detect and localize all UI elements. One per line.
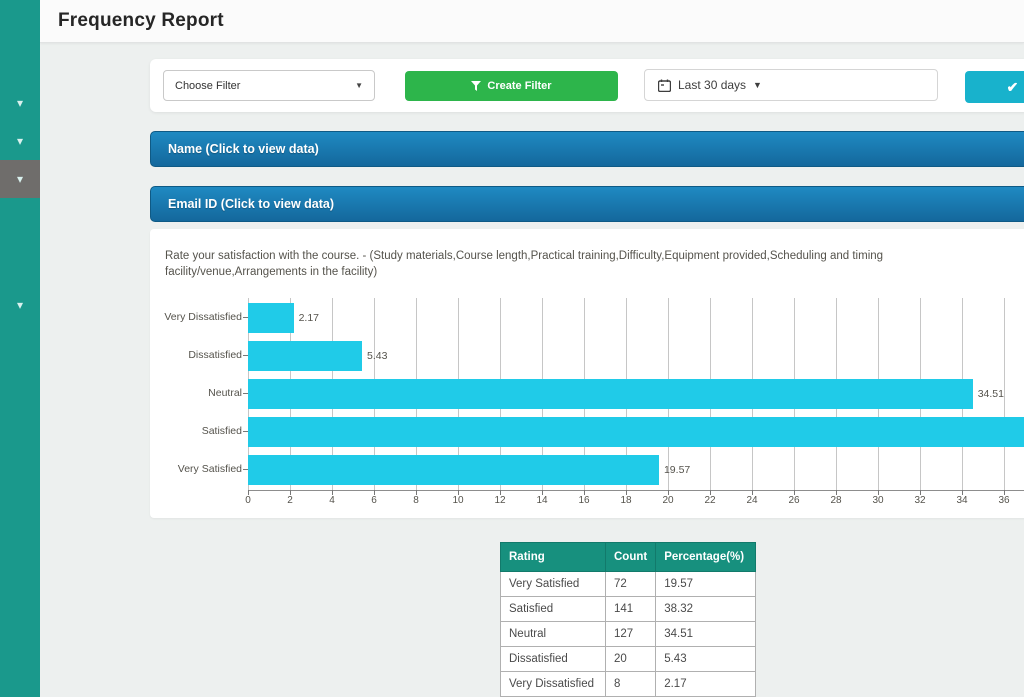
bar-neutral xyxy=(248,379,973,409)
bar-value-label: 2.17 xyxy=(299,312,319,324)
table-cell: Dissatisfied xyxy=(501,647,606,672)
chevron-down-icon: ▾ xyxy=(17,135,23,147)
sidebar-nav: ▾ ▾ ▾ ▾ xyxy=(0,0,40,697)
table-cell: Neutral xyxy=(501,622,606,647)
section-name-header[interactable]: Name (Click to view data) xyxy=(150,131,1024,167)
x-tick-label-18: 18 xyxy=(613,495,639,506)
chart-x-axis-line xyxy=(248,490,1024,491)
category-label: Very Dissatisfied xyxy=(152,311,242,323)
x-tick-label-20: 20 xyxy=(655,495,681,506)
table-header-percentage-: Percentage(%) xyxy=(656,543,756,572)
frequency-report-page: Frequency Report ▾ ▾ ▾ ▾ Choose Filter ▼ Cr… xyxy=(0,0,1024,697)
x-tick-label-10: 10 xyxy=(445,495,471,506)
x-tick-label-8: 8 xyxy=(403,495,429,506)
y-tick xyxy=(243,431,248,432)
x-tick-label-0: 0 xyxy=(235,495,261,506)
page-title: Frequency Report xyxy=(40,0,1024,32)
y-tick xyxy=(243,393,248,394)
section-name-label: Name (Click to view data) xyxy=(168,142,319,156)
bar-dissatisfied xyxy=(248,341,362,371)
table-cell: 38.32 xyxy=(656,597,756,622)
date-range-picker[interactable]: Last 30 days ▼ xyxy=(644,69,938,101)
bar-chart-plot: 2.17 5.43 34.51 19.57 xyxy=(248,298,1024,490)
table-cell: 72 xyxy=(606,572,656,597)
x-tick-label-30: 30 xyxy=(865,495,891,506)
y-tick xyxy=(243,469,248,470)
filter-funnel-icon xyxy=(471,81,481,91)
page-header: Frequency Report xyxy=(40,0,1024,43)
table-cell: 8 xyxy=(606,672,656,697)
chart-panel: Rate your satisfaction with the course. … xyxy=(150,229,1024,518)
create-filter-button[interactable]: Create Filter xyxy=(405,71,618,101)
bar-very-dissatisfied xyxy=(248,303,294,333)
frequency-table: RatingCountPercentage(%) Very Satisfied7… xyxy=(500,542,756,697)
sidebar-item-0[interactable]: ▾ xyxy=(0,84,40,122)
table-cell: 127 xyxy=(606,622,656,647)
category-label: Very Satisfied xyxy=(152,463,242,475)
table-header-count: Count xyxy=(606,543,656,572)
table-cell: Very Dissatisfied xyxy=(501,672,606,697)
table-cell: 19.57 xyxy=(656,572,756,597)
apply-filter-button[interactable]: ✔ xyxy=(965,71,1024,103)
sidebar-item-2[interactable]: ▾ xyxy=(0,160,40,198)
frequency-table-body: Very Satisfied7219.57Satisfied14138.32Ne… xyxy=(501,572,756,697)
table-cell: 20 xyxy=(606,647,656,672)
category-label: Satisfied xyxy=(152,425,242,437)
x-tick-label-6: 6 xyxy=(361,495,387,506)
sidebar-item-1[interactable]: ▾ xyxy=(0,122,40,160)
bar-value-label: 19.57 xyxy=(664,464,690,476)
x-tick-label-14: 14 xyxy=(529,495,555,506)
table-row: Dissatisfied205.43 xyxy=(501,647,756,672)
x-tick-label-32: 32 xyxy=(907,495,933,506)
table-row: Very Dissatisfied82.17 xyxy=(501,672,756,697)
bar-value-label: 34.51 xyxy=(978,388,1004,400)
create-filter-label: Create Filter xyxy=(487,80,551,92)
category-label: Dissatisfied xyxy=(152,349,242,361)
x-tick-label-36: 36 xyxy=(991,495,1017,506)
bar-value-label: 5.43 xyxy=(367,350,387,362)
bar-satisfied xyxy=(248,417,1024,447)
table-cell: 5.43 xyxy=(656,647,756,672)
x-tick-label-34: 34 xyxy=(949,495,975,506)
chevron-down-icon: ▾ xyxy=(17,173,23,185)
gridline-x-36 xyxy=(1004,298,1005,490)
table-row: Satisfied14138.32 xyxy=(501,597,756,622)
check-icon: ✔ xyxy=(1007,79,1019,95)
section-email-header[interactable]: Email ID (Click to view data) xyxy=(150,186,1024,222)
x-tick-label-22: 22 xyxy=(697,495,723,506)
chevron-down-icon: ▾ xyxy=(17,97,23,109)
y-tick xyxy=(243,355,248,356)
x-tick-label-12: 12 xyxy=(487,495,513,506)
date-range-value: Last 30 days xyxy=(678,78,746,92)
table-header-rating: Rating xyxy=(501,543,606,572)
filter-toolbar: Choose Filter ▼ Create Filter Last 30 da… xyxy=(150,59,1024,112)
bar-very-satisfied xyxy=(248,455,659,485)
table-row: Very Satisfied7219.57 xyxy=(501,572,756,597)
table-cell: Satisfied xyxy=(501,597,606,622)
x-tick-label-28: 28 xyxy=(823,495,849,506)
x-tick-label-2: 2 xyxy=(277,495,303,506)
table-cell: Very Satisfied xyxy=(501,572,606,597)
chevron-down-icon: ▼ xyxy=(753,80,762,90)
calendar-icon xyxy=(658,79,671,92)
choose-filter-value: Choose Filter xyxy=(175,80,240,92)
question-text-line1: Rate your satisfaction with the course. … xyxy=(165,250,1024,262)
choose-filter-select[interactable]: Choose Filter ▼ xyxy=(163,70,375,101)
chevron-down-icon: ▼ xyxy=(355,81,363,90)
question-text-line2: facility/venue,Arrangements in the facil… xyxy=(165,266,1024,278)
y-tick xyxy=(243,317,248,318)
x-tick-label-16: 16 xyxy=(571,495,597,506)
chevron-down-icon: ▾ xyxy=(17,299,23,311)
table-cell: 2.17 xyxy=(656,672,756,697)
table-row: Neutral12734.51 xyxy=(501,622,756,647)
table-cell: 141 xyxy=(606,597,656,622)
table-cell: 34.51 xyxy=(656,622,756,647)
x-tick-label-26: 26 xyxy=(781,495,807,506)
sidebar-item-3[interactable]: ▾ xyxy=(0,286,40,324)
section-email-label: Email ID (Click to view data) xyxy=(168,197,334,211)
x-tick-label-4: 4 xyxy=(319,495,345,506)
category-label: Neutral xyxy=(152,387,242,399)
x-tick-label-24: 24 xyxy=(739,495,765,506)
frequency-table-head: RatingCountPercentage(%) xyxy=(501,543,756,572)
